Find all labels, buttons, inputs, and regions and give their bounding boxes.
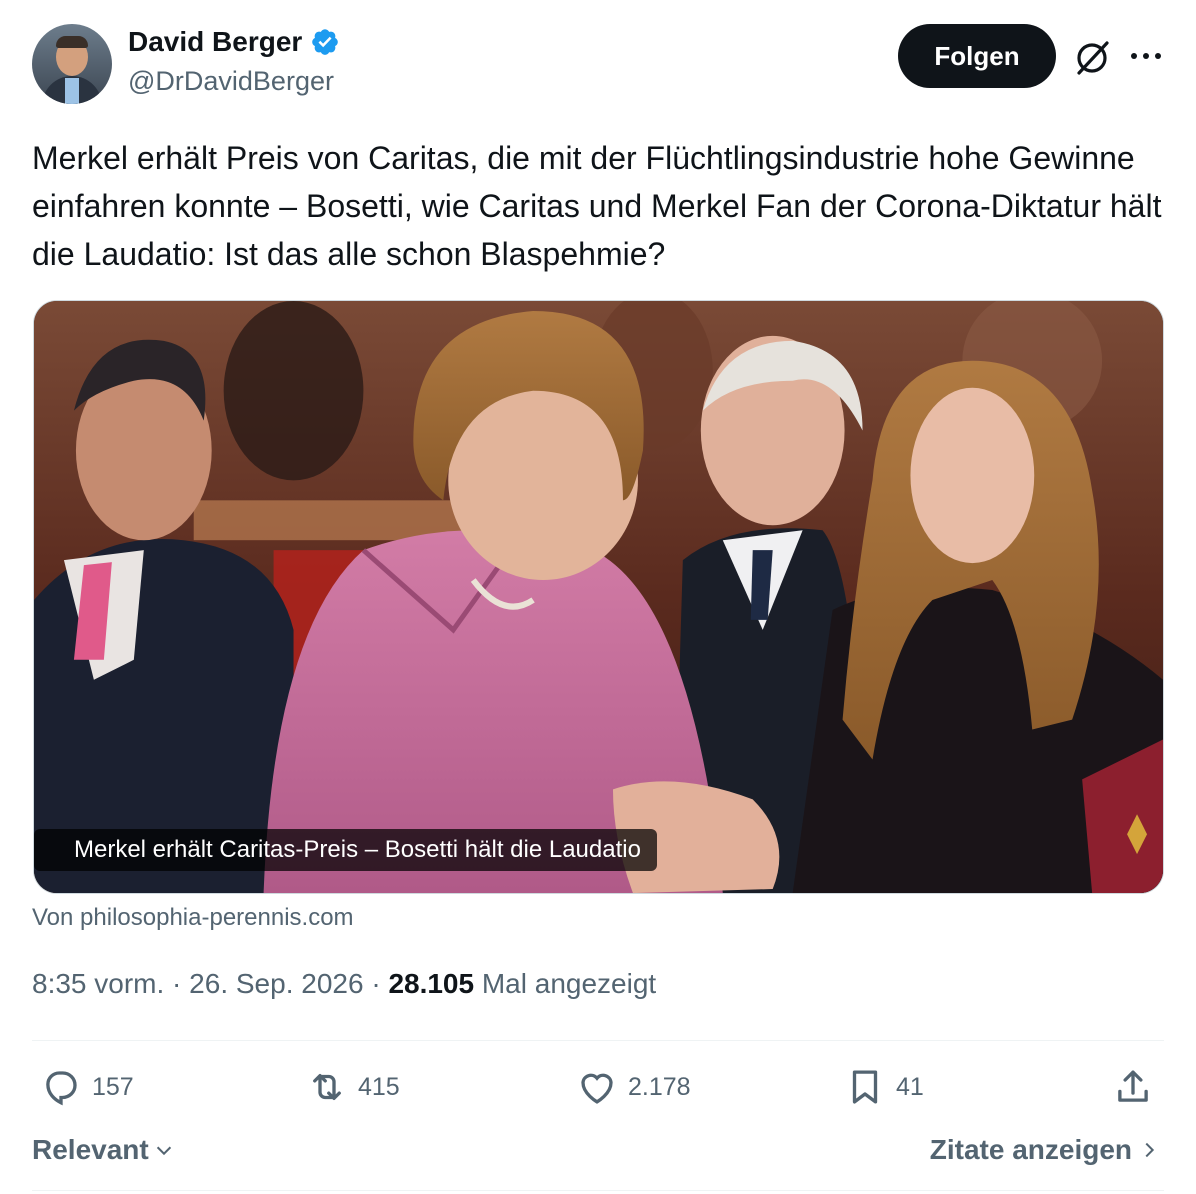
reply-icon xyxy=(46,1071,77,1106)
sort-dropdown[interactable]: Relevant xyxy=(32,1134,175,1166)
divider xyxy=(32,1040,1164,1041)
share-button[interactable] xyxy=(1112,1066,1154,1108)
bookmark-icon xyxy=(852,1070,878,1104)
media-caption: Merkel erhält Caritas-Preis – Bosetti hä… xyxy=(34,829,657,871)
share-icon xyxy=(1118,1070,1148,1102)
follow-button[interactable]: Folgen xyxy=(898,24,1056,88)
author-handle[interactable]: @DrDavidBerger xyxy=(128,66,334,97)
action-bar: 157 415 2.178 41 xyxy=(32,1058,1164,1122)
repost-button[interactable]: 415 xyxy=(306,1066,400,1108)
repost-count: 415 xyxy=(358,1072,400,1101)
reply-count: 157 xyxy=(92,1072,134,1101)
like-icon xyxy=(581,1073,613,1104)
quotes-label: Zitate anzeigen xyxy=(929,1134,1132,1165)
media-source[interactable]: Von philosophia-perennis.com xyxy=(32,904,354,932)
like-count: 2.178 xyxy=(628,1072,691,1101)
verified-badge-icon xyxy=(312,29,339,55)
chevron-right-icon xyxy=(1145,1142,1155,1158)
more-icon[interactable] xyxy=(1126,42,1166,70)
view-count: 28.105 xyxy=(388,968,475,999)
bookmark-count: 41 xyxy=(896,1072,924,1101)
chevron-down-icon xyxy=(156,1146,171,1156)
author-display-name[interactable]: David Berger xyxy=(128,26,302,58)
quotes-link[interactable]: Zitate anzeigen xyxy=(930,1134,1158,1166)
meta-separator: · xyxy=(164,968,190,999)
media-photo xyxy=(34,301,1163,893)
tweet-page: David Berger @DrDavidBerger Folgen Merke… xyxy=(0,0,1196,1194)
author-name-row[interactable]: David Berger xyxy=(128,26,340,58)
meta-separator: · xyxy=(363,968,389,999)
tweet-time[interactable]: 8:35 vorm. xyxy=(32,968,164,999)
like-button[interactable]: 2.178 xyxy=(576,1066,691,1108)
views-label: Mal angezeigt xyxy=(481,968,657,999)
sort-label: Relevant xyxy=(32,1134,149,1165)
bookmark-button[interactable]: 41 xyxy=(844,1066,924,1108)
tweet-meta: 8:35 vorm. · 26. Sep. 2026 · 28.105 Mal … xyxy=(32,968,656,1000)
media-card[interactable]: Merkel erhält Caritas-Preis – Bosetti hä… xyxy=(33,300,1164,894)
avatar[interactable] xyxy=(32,24,112,104)
reply-button[interactable]: 157 xyxy=(40,1066,134,1108)
divider xyxy=(32,1190,1164,1191)
grok-icon[interactable] xyxy=(1070,36,1114,80)
repost-icon xyxy=(313,1073,341,1101)
tweet-date[interactable]: 26. Sep. 2026 xyxy=(189,968,363,999)
tweet-text: Merkel erhält Preis von Caritas, die mit… xyxy=(32,140,1162,272)
